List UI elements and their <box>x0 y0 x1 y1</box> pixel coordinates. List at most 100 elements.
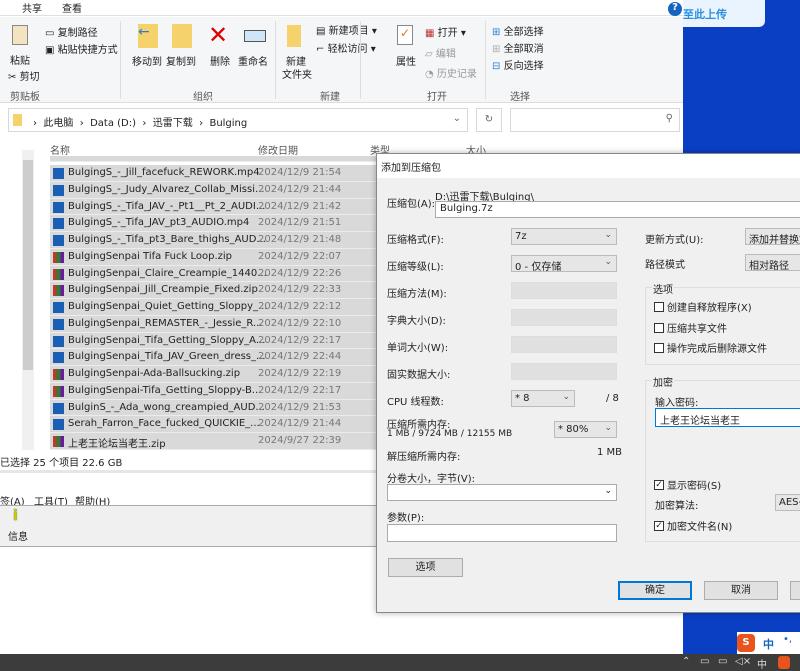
dict-select[interactable] <box>511 309 617 326</box>
column-name[interactable]: 名称 <box>50 142 70 157</box>
encrypt-names-label: 加密文件名(N) <box>667 522 733 533</box>
method-select[interactable] <box>511 282 617 299</box>
cancel-button[interactable]: 取消 <box>704 581 778 600</box>
format-select[interactable]: 7z ⌄ <box>511 228 617 245</box>
scrollbar-thumb[interactable] <box>23 160 33 370</box>
password-label: 输入密码: <box>655 398 699 409</box>
network-icon[interactable]: ▭ <box>700 656 709 667</box>
paste-shortcut-button[interactable]: ▣ 粘贴快捷方式 <box>45 41 118 56</box>
params-input[interactable] <box>387 524 617 542</box>
breadcrumb: › 此电脑 › Data (D:) › 迅雷下载 › Bulging <box>33 118 248 129</box>
tab-share[interactable]: 共享 <box>22 0 42 15</box>
enc-method-select[interactable]: AES-2 <box>775 494 800 511</box>
crumb-bulging[interactable]: Bulging <box>209 118 247 129</box>
upload-here-button[interactable]: 至此上传 <box>683 0 765 27</box>
help-icon[interactable]: ? <box>668 2 682 16</box>
volume-icon[interactable]: ◁× <box>735 656 751 667</box>
video-file-icon <box>53 184 64 196</box>
ime-bar[interactable]: S 中 •, <box>737 632 800 654</box>
video-file-icon <box>53 168 64 179</box>
ok-button[interactable]: 确定 <box>618 581 692 600</box>
file-date: 2024/12/9 22:19 <box>258 368 342 379</box>
split-size-input[interactable]: ⌄ <box>387 484 617 501</box>
dict-label: 字典大小(D): <box>387 316 446 327</box>
video-file-icon <box>53 235 64 246</box>
file-name: BulgingSenpai_Jill_Creampie_Fixed.zip <box>68 284 258 296</box>
cut-label: 剪切 <box>19 72 40 83</box>
copy-to-button[interactable]: 复制到 <box>166 53 196 68</box>
tab-view[interactable]: 查看 <box>62 0 82 15</box>
file-name: BulgingS_-_Judy_Alvarez_Collab_Missi... <box>68 183 265 195</box>
shared-files-checkbox[interactable]: 压缩共享文件 <box>654 320 727 335</box>
select-all-label: 全部选择 <box>503 27 544 38</box>
archive-label: 压缩包(A): <box>387 199 436 210</box>
tray-sogou-icon[interactable] <box>778 656 790 669</box>
file-date: 2024/12/9 21:51 <box>258 217 342 229</box>
info-button[interactable]: 信息 <box>8 528 28 543</box>
sfx-label: 创建自释放程序(X) <box>667 303 752 314</box>
crumb-this-pc[interactable]: 此电脑 <box>43 118 73 129</box>
update-label: 更新方式(U): <box>645 235 704 246</box>
file-name: 上老王论坛当老王.zip <box>68 439 166 450</box>
open-group-label: 打开 <box>427 92 447 103</box>
tray-chevron-icon[interactable]: ⌃ <box>682 656 690 667</box>
copy-path-button[interactable]: ▭ 复制路径 <box>45 24 98 39</box>
open-button[interactable]: ▦ 打开 ▾ <box>425 24 466 39</box>
file-name: BulgingS_-_Tifa_JAV_pt3_AUDIO.mp4 <box>68 217 250 229</box>
tray-ime[interactable]: 中 <box>757 656 767 671</box>
file-date: 2024/12/9 21:42 <box>258 200 342 212</box>
easy-access-button[interactable]: ⌐ 轻松访问 ▾ <box>316 40 376 55</box>
cpu-select[interactable]: * 8 ⌄ <box>511 390 575 407</box>
sfx-checkbox[interactable]: 创建自释放程序(X) <box>654 299 752 314</box>
crumb-xunlei[interactable]: 迅雷下载 <box>153 118 193 129</box>
file-date: 2024/12/9 22:12 <box>258 301 342 312</box>
shared-files-label: 压缩共享文件 <box>667 324 727 335</box>
select-none-button[interactable]: ⊞ 全部取消 <box>492 40 544 55</box>
delete-icon: ✕ <box>208 21 229 49</box>
punctuation-icon[interactable]: •, <box>783 634 792 645</box>
column-date[interactable]: 修改日期 <box>258 142 298 157</box>
level-select[interactable]: 0 - 仅存储 ⌄ <box>511 255 617 273</box>
path-select[interactable]: 相对路径 <box>745 254 800 272</box>
word-select[interactable] <box>511 336 617 353</box>
solid-select[interactable] <box>511 363 617 380</box>
mem-percent-select[interactable]: * 80% ⌄ <box>554 421 617 438</box>
move-to-icon: ← <box>138 24 158 48</box>
options-button[interactable]: 选项 <box>388 558 463 577</box>
select-all-button[interactable]: ⊞ 全部选择 <box>492 23 544 38</box>
video-file-icon <box>53 302 64 313</box>
archive-name-input[interactable]: Bulging.7z <box>435 201 800 218</box>
clipboard-group-label: 剪贴板 <box>10 92 40 103</box>
search-input[interactable]: ⚲ <box>510 108 680 132</box>
properties-button[interactable]: 属性 <box>396 53 416 68</box>
rename-button[interactable]: 重命名 <box>238 53 268 68</box>
file-date: 2024/12/9 22:17 <box>258 334 342 346</box>
delete-button[interactable]: 删除 <box>210 53 230 68</box>
cpu-label: CPU 线程数: <box>387 397 444 408</box>
delete-after-checkbox[interactable]: 操作完成后删除源文件 <box>654 340 767 355</box>
encrypt-names-checkbox[interactable]: ✓ 加密文件名(N) <box>654 518 732 533</box>
move-to-button[interactable]: 移动到 <box>132 53 162 68</box>
history-button[interactable]: ◔ 历史记录 <box>425 65 477 80</box>
path-label: 路径模式 <box>645 260 685 271</box>
cut-button[interactable]: ✂ 剪切 <box>8 68 40 83</box>
encryption-group-label: 加密 <box>652 374 674 389</box>
rename-icon <box>244 30 266 42</box>
update-select[interactable]: 添加并替换文 <box>745 228 800 245</box>
delete-after-label: 操作完成后删除源文件 <box>667 344 767 355</box>
invert-selection-button[interactable]: ⊟ 反向选择 <box>492 57 544 72</box>
battery-icon[interactable]: ▭ <box>718 656 727 667</box>
cpu-value: * 8 <box>515 393 530 404</box>
show-password-checkbox[interactable]: ✓ 显示密码(S) <box>654 477 721 492</box>
paste-button[interactable]: 粘贴 <box>10 52 30 67</box>
help-button[interactable] <box>790 581 800 600</box>
new-item-button[interactable]: ▤ 新建项目 ▾ <box>316 22 377 37</box>
chevron-down-icon[interactable]: ⌄ <box>453 113 461 124</box>
crumb-data-d[interactable]: Data (D:) <box>90 118 136 129</box>
address-bar[interactable]: › 此电脑 › Data (D:) › 迅雷下载 › Bulging ⌄ <box>8 108 468 132</box>
ime-mode[interactable]: 中 <box>763 636 774 652</box>
new-group-label: 新建 <box>320 92 340 103</box>
password-input[interactable]: 上老王论坛当老王 <box>655 408 800 427</box>
refresh-button[interactable]: ↻ <box>476 108 502 132</box>
edit-button[interactable]: ▱ 编辑 <box>425 45 456 60</box>
